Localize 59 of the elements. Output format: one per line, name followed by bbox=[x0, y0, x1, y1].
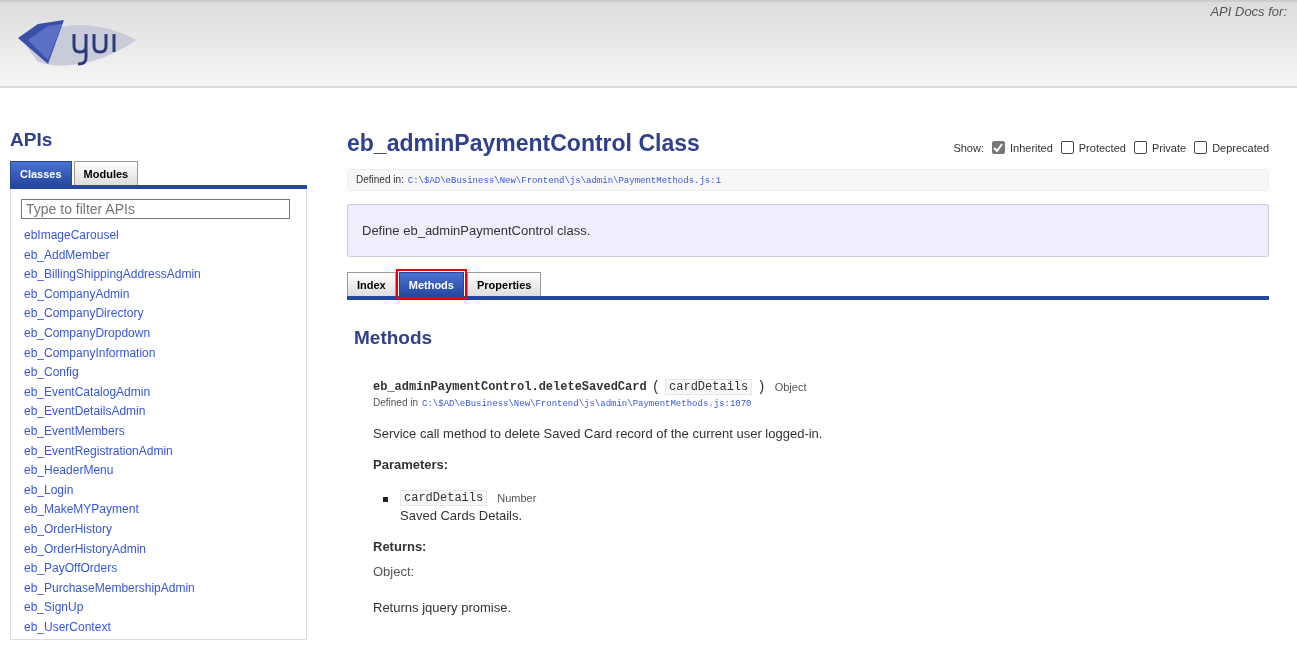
filter-field[interactable]: Type to filter APIs bbox=[21, 199, 290, 219]
method-description: Service call method to delete Saved Card record of the current user logged-in. bbox=[373, 426, 824, 441]
class-link[interactable]: eb_CompanyDirectory bbox=[21, 304, 296, 324]
class-link[interactable]: eb_OrderHistoryAdmin bbox=[21, 539, 296, 560]
checkbox-label: Private bbox=[1151, 141, 1187, 154]
tab[interactable]: Classes bbox=[10, 161, 72, 185]
class-link[interactable]: eb_SignUp bbox=[21, 598, 296, 618]
class-link[interactable]: eb_EventDetailsAdmin bbox=[21, 402, 296, 422]
class-link[interactable]: eb_CompanyAdmin bbox=[21, 284, 296, 305]
class-link[interactable]: ebImageCarousel bbox=[21, 226, 296, 246]
class-link[interactable]: eb_UserContext bbox=[21, 617, 296, 638]
class-link[interactable]: eb_EventRegistrationAdmin bbox=[21, 441, 296, 462]
file-link[interactable]: C:\$AD\eBusiness\New\Frontend\js\admin\PaymentMethods.js:1 bbox=[407, 176, 722, 186]
checkbox[interactable] bbox=[991, 141, 1005, 154]
class-link[interactable]: eb_MakeMYPayment bbox=[21, 500, 296, 520]
return-type: Object bbox=[774, 381, 807, 393]
class-link[interactable]: eb_EventCatalogAdmin bbox=[21, 382, 296, 403]
tab[interactable]: Index bbox=[347, 272, 396, 296]
checkbox-label: Inherited bbox=[1009, 141, 1053, 154]
param-name: cardDetails bbox=[665, 379, 753, 395]
returns-heading: Returns: bbox=[373, 539, 428, 554]
api-docs-label: API Docs for: bbox=[1210, 3, 1288, 19]
class-link[interactable]: eb_BillingShippingAddressAdmin bbox=[21, 265, 296, 285]
class-link[interactable]: eb_Config bbox=[21, 363, 296, 383]
defined-in-label: Defined in: bbox=[356, 174, 404, 185]
show-label: Show: bbox=[953, 141, 984, 154]
parameters-heading: Parameters: bbox=[373, 457, 450, 472]
tab[interactable]: Methods bbox=[398, 272, 464, 296]
method-name: eb_adminPaymentControl.deleteSavedCard bbox=[373, 380, 647, 394]
class-link[interactable]: eb_AddMember bbox=[21, 245, 296, 266]
checkbox[interactable] bbox=[1060, 141, 1074, 154]
param-description: Saved Cards Details. bbox=[400, 508, 524, 523]
class-link[interactable]: eb_CompanyInformation bbox=[21, 343, 296, 364]
defined-in-label: Defined in bbox=[373, 397, 419, 408]
class-link[interactable]: eb_OrderHistory bbox=[21, 519, 296, 540]
class-link[interactable]: eb_CompanyDropdown bbox=[21, 323, 296, 344]
tab[interactable]: Properties bbox=[466, 272, 542, 296]
paren: ) bbox=[757, 379, 766, 395]
param-type: Number bbox=[497, 492, 537, 504]
sidebar-title: APIs bbox=[10, 129, 54, 151]
class-link[interactable]: eb_PayOffOrders bbox=[21, 559, 296, 579]
class-description: Define eb_adminPaymentControl class. bbox=[362, 223, 591, 238]
tab[interactable]: Modules bbox=[73, 161, 139, 185]
paren: ( bbox=[651, 379, 661, 395]
file-link[interactable]: C:\$AD\eBusiness\New\Frontend\js\admin\PaymentMethods.js:1070 bbox=[422, 399, 752, 409]
checkbox[interactable] bbox=[1194, 141, 1208, 154]
class-link[interactable]: eb_Login bbox=[21, 480, 296, 501]
returns-type: Object: bbox=[373, 564, 416, 579]
param-name: cardDetails bbox=[400, 490, 488, 506]
checkbox-label: Deprecated bbox=[1212, 141, 1269, 154]
class-link[interactable]: eb_EventMembers bbox=[21, 421, 296, 442]
class-link[interactable]: eb_PurchaseMembershipAdmin bbox=[21, 578, 296, 599]
checkbox[interactable] bbox=[1133, 141, 1147, 154]
returns-description: Returns jquery promise. bbox=[373, 600, 512, 615]
section-title: Methods bbox=[354, 327, 434, 349]
class-link[interactable]: eb_HeaderMenu bbox=[21, 461, 296, 481]
class-title: eb_adminPaymentControl Class bbox=[347, 130, 700, 157]
bullet-icon bbox=[383, 497, 388, 502]
checkbox-label: Protected bbox=[1078, 141, 1126, 154]
